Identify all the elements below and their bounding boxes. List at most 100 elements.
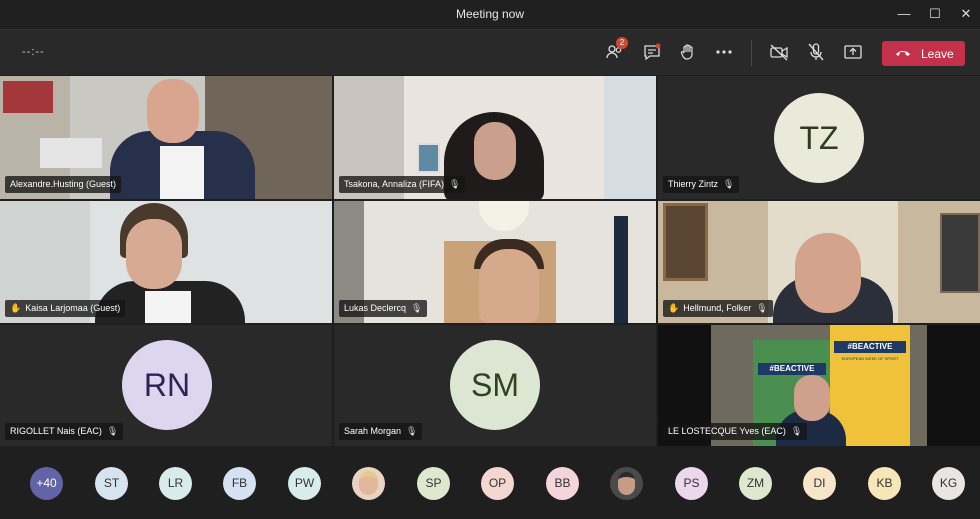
toolbar-separator: [751, 40, 752, 66]
mic-off-icon: 🎙︎: [406, 426, 418, 436]
video-tile[interactable]: Lukas Declercq 🎙︎: [334, 201, 656, 323]
background-window: [604, 76, 656, 199]
participant-avatar[interactable]: OP: [481, 467, 514, 500]
mic-off-icon: [808, 43, 824, 61]
video-tile[interactable]: Alexandre.Husting (Guest): [0, 76, 332, 199]
maximize-button[interactable]: ☐: [921, 4, 949, 24]
participant-name-tag: Sarah Morgan 🎙︎: [339, 423, 423, 440]
participant-name: Sarah Morgan: [344, 426, 402, 436]
mic-off-icon: 🎙︎: [449, 179, 461, 189]
hang-up-icon: [896, 51, 910, 56]
participant-name: RIGOLLET Nais (EAC): [10, 426, 102, 436]
participant-name: Tsakona, Annaliza (FIFA): [344, 179, 445, 189]
participant-name: Alexandre.Husting (Guest): [10, 179, 117, 189]
person-face: [795, 233, 861, 313]
avatar: RN: [122, 340, 212, 430]
mic-off-icon: 🎙︎: [411, 303, 423, 313]
banner-subtext: EUROPEAN WEEK OF SPORT: [841, 356, 899, 361]
participant-avatar[interactable]: PS: [675, 467, 708, 500]
participant-name-tag: ✋ Kaisa Larjomaa (Guest): [5, 300, 126, 317]
video-grid: Alexandre.Husting (Guest) Tsakona, Annal…: [0, 76, 980, 446]
mic-off-icon: 🎙︎: [106, 426, 119, 436]
person-face: [147, 79, 199, 143]
hand-icon: [680, 44, 693, 60]
participant-avatar[interactable]: PW: [288, 467, 321, 500]
meeting-timer: --:--: [22, 46, 45, 58]
video-tile[interactable]: Tsakona, Annaliza (FIFA) 🎙︎: [334, 76, 656, 199]
raised-hand-icon: ✋: [668, 303, 680, 313]
mute-toggle-button[interactable]: [805, 41, 827, 63]
mic-off-icon: 🎙︎: [723, 179, 735, 189]
leave-label: Leave: [921, 47, 954, 61]
share-screen-button[interactable]: [842, 41, 864, 63]
participant-name-tag: Alexandre.Husting (Guest): [5, 176, 122, 193]
leave-button[interactable]: Leave: [882, 41, 965, 66]
person-face: [359, 471, 378, 495]
background-printer: [40, 138, 102, 168]
window-title: Meeting now: [455, 7, 525, 21]
participant-name-tag: RIGOLLET Nais (EAC) 🎙︎: [5, 423, 124, 440]
person-face: [126, 219, 182, 289]
more-participants-button[interactable]: +40: [30, 467, 63, 500]
person-face: [479, 249, 539, 323]
avatar: TZ: [774, 93, 864, 183]
participant-avatar[interactable]: LR: [159, 467, 192, 500]
video-tile[interactable]: RN RIGOLLET Nais (EAC) 🎙︎: [0, 325, 332, 446]
camera-toggle-button[interactable]: [768, 41, 790, 63]
close-button[interactable]: ✕: [952, 4, 980, 24]
background-picture: [417, 143, 440, 173]
mic-off-icon: 🎙︎: [790, 426, 803, 436]
participant-avatar[interactable]: SP: [417, 467, 450, 500]
chat-icon: [644, 43, 661, 61]
participant-name: Lukas Declercq: [344, 303, 407, 313]
video-tile[interactable]: SM Sarah Morgan 🎙︎: [334, 325, 656, 446]
participant-avatar[interactable]: KB: [868, 467, 901, 500]
participant-name-tag: Tsakona, Annaliza (FIFA) 🎙︎: [339, 176, 466, 193]
participant-name: Hellmund, Folker: [683, 303, 752, 313]
video-tile[interactable]: ✋ Hellmund, Folker 🎙︎: [658, 201, 980, 323]
share-icon: [844, 45, 862, 59]
banner-text: #BEACTIVE: [834, 341, 906, 353]
background-picture: [940, 213, 980, 293]
video-tile[interactable]: TZ Thierry Zintz 🎙︎: [658, 76, 980, 199]
person-shirt: [160, 146, 204, 199]
background-painting: [663, 203, 708, 281]
participant-photo-avatar[interactable]: [352, 467, 385, 500]
participants-button[interactable]: 2: [604, 37, 628, 63]
background-chandelier: [479, 201, 529, 231]
participant-name-tag: Lukas Declercq 🎙︎: [339, 300, 428, 317]
participant-strip: +40 ST LR FB PW SP OP BB PS ZM DI KB KG: [0, 446, 980, 519]
more-actions-button[interactable]: [713, 41, 735, 63]
participant-avatar[interactable]: ST: [95, 467, 128, 500]
participant-avatar[interactable]: DI: [803, 467, 836, 500]
person-face: [474, 122, 516, 180]
mic-off-icon: 🎙︎: [756, 303, 768, 313]
participant-avatar[interactable]: BB: [546, 467, 579, 500]
banner-text: #BEACTIVE: [758, 363, 826, 375]
camera-off-icon: [770, 44, 788, 61]
video-tile[interactable]: #BEACTIVE #BEACTIVE EUROPEAN WEEK OF SPO…: [658, 325, 980, 446]
person-face: [618, 472, 635, 495]
background-curtain: [614, 216, 628, 323]
participant-name-tag: LE LOSTECQUE Yves (EAC) 🎙︎: [663, 423, 808, 440]
participant-name-tag: Thierry Zintz 🎙︎: [663, 176, 740, 193]
person-face: [794, 375, 830, 421]
participant-name: Thierry Zintz: [668, 179, 719, 189]
video-tile[interactable]: ✋ Kaisa Larjomaa (Guest): [0, 201, 332, 323]
chat-button[interactable]: [641, 41, 663, 63]
participant-name: LE LOSTECQUE Yves (EAC): [668, 426, 786, 436]
participant-photo-avatar[interactable]: [610, 467, 643, 500]
more-icon: [716, 50, 732, 54]
participant-avatar[interactable]: FB: [223, 467, 256, 500]
minimize-button[interactable]: —: [890, 4, 918, 24]
participants-badge: 2: [616, 37, 628, 49]
participant-avatar[interactable]: KG: [932, 467, 965, 500]
person-collar: [145, 291, 191, 323]
raised-hand-icon: ✋: [10, 303, 22, 313]
participant-name: Kaisa Larjomaa (Guest): [25, 303, 121, 313]
raise-hand-button[interactable]: [677, 41, 699, 63]
avatar: SM: [450, 340, 540, 430]
participant-name-tag: ✋ Hellmund, Folker 🎙︎: [663, 300, 773, 317]
participant-avatar[interactable]: ZM: [739, 467, 772, 500]
meeting-toolbar: --:-- 2 Leave: [0, 29, 980, 75]
